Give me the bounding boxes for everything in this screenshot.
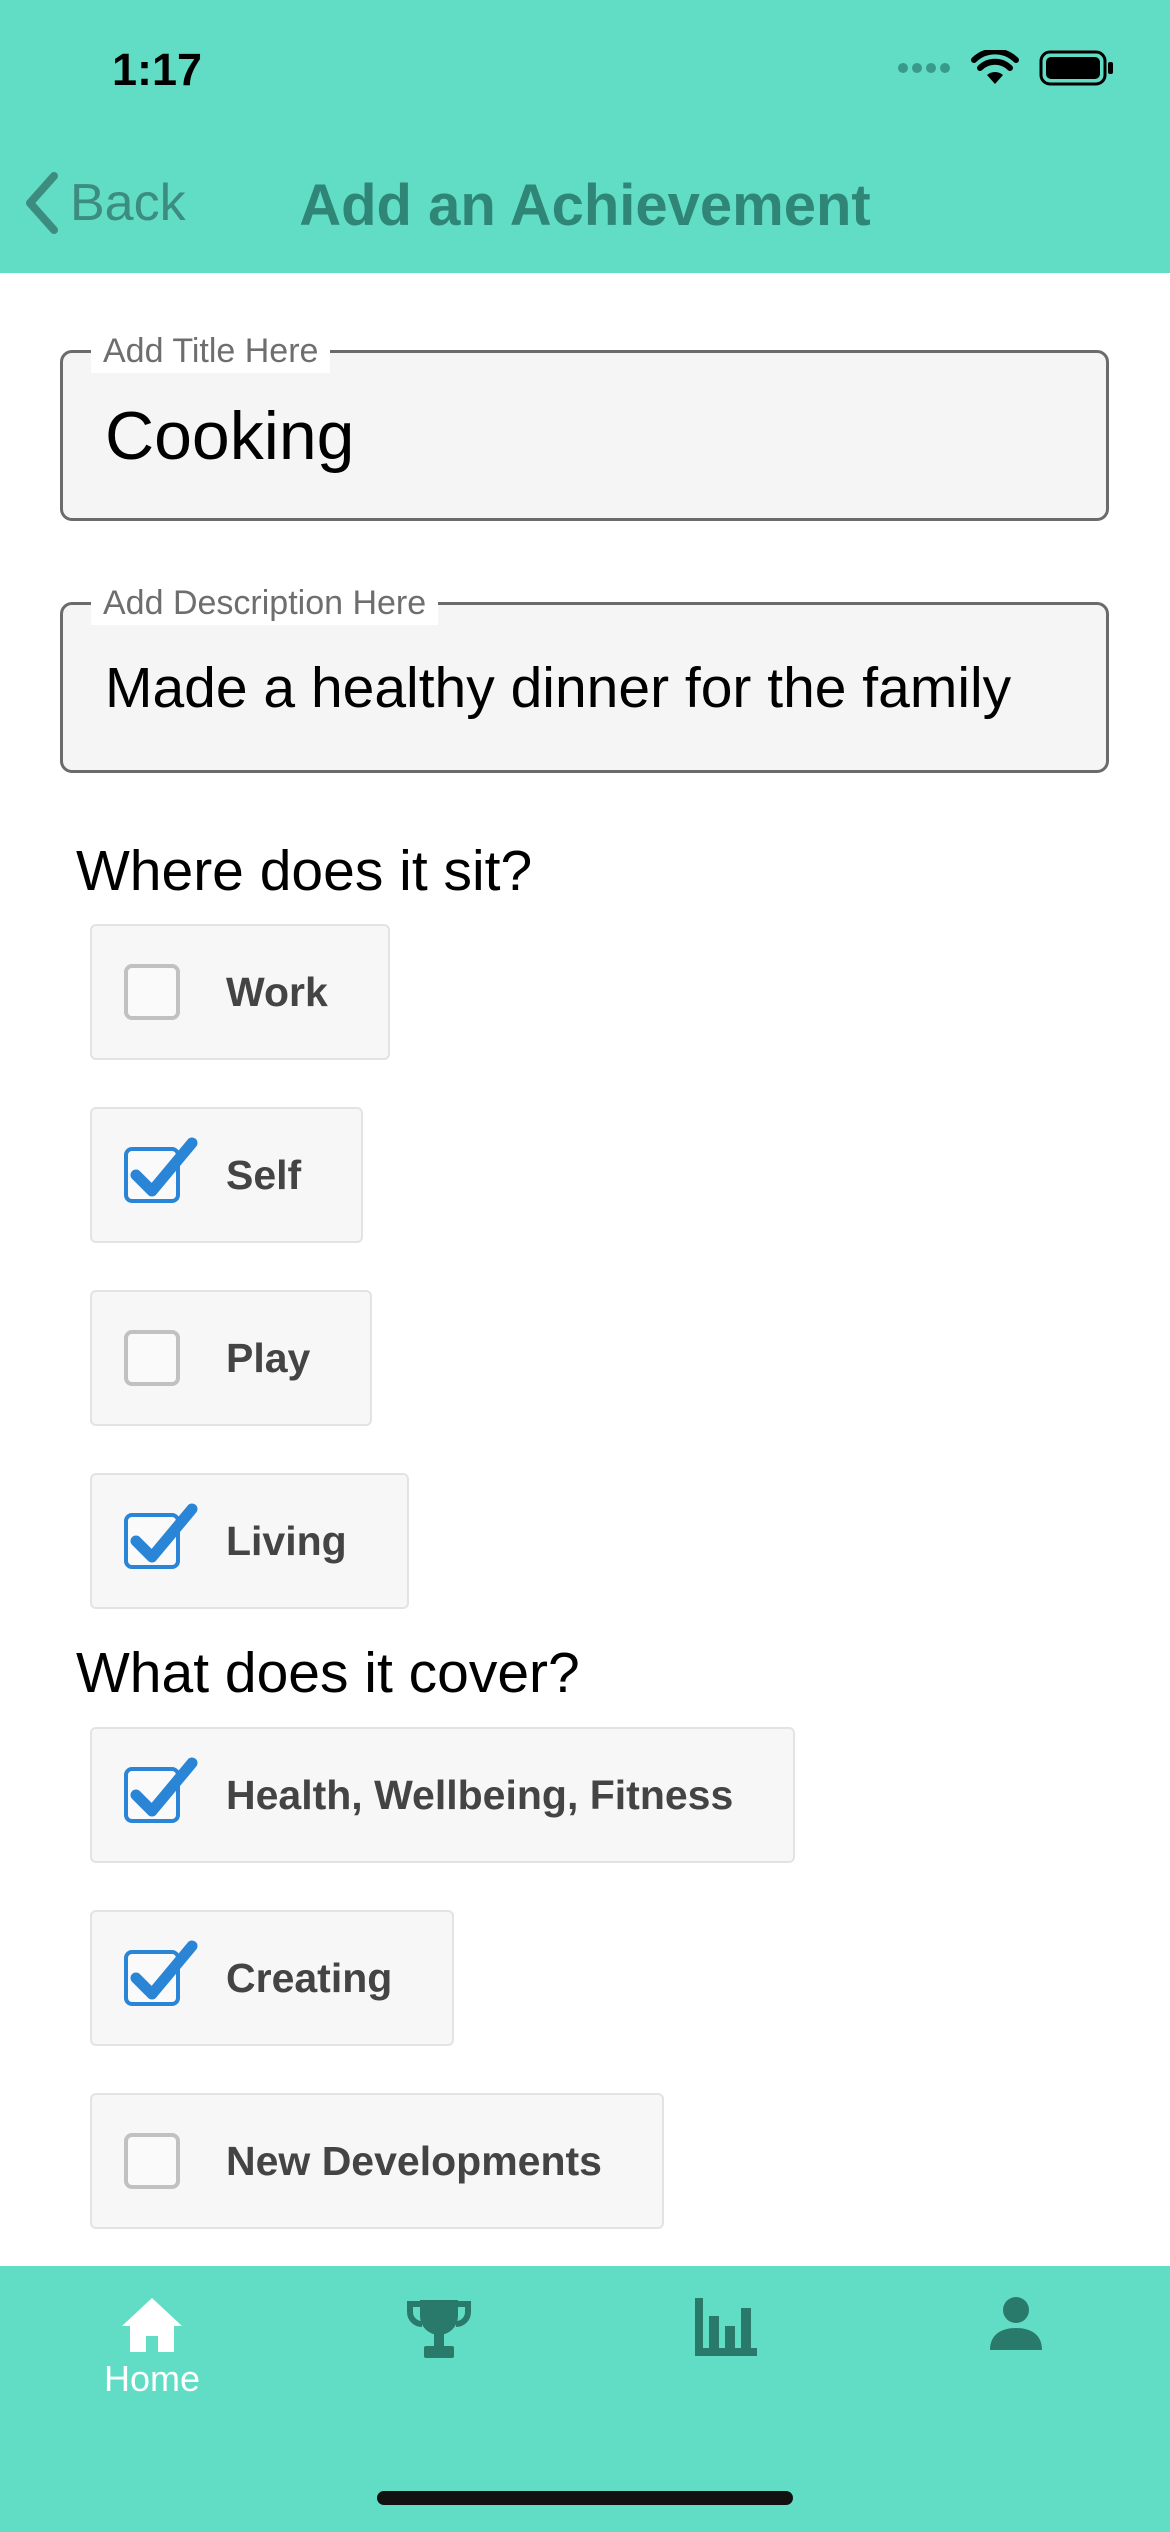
- checkbox-label: Work: [226, 968, 328, 1015]
- tab-stats[interactable]: [636, 2296, 816, 2358]
- where-section-heading: Where does it sit?: [76, 839, 533, 903]
- checkbox-label: Living: [226, 1517, 347, 1564]
- person-icon: [990, 2297, 1042, 2350]
- cover-section-heading: What does it cover?: [76, 1641, 580, 1705]
- checkbox-creating[interactable]: Creating: [90, 1910, 455, 2046]
- checkbox-new-developments[interactable]: New Developments: [90, 2093, 664, 2229]
- checkbox-label: New Developments: [226, 2137, 602, 2184]
- bar-chart-icon: [695, 2298, 757, 2356]
- battery-icon: [1039, 50, 1113, 86]
- title-field-value[interactable]: Cooking: [105, 353, 1076, 518]
- trophy-icon: [407, 2300, 471, 2358]
- description-field[interactable]: Add Description Here Made a healthy dinn…: [60, 581, 1109, 773]
- checkbox-label: Health, Wellbeing, Fitness: [226, 1771, 734, 1818]
- tab-profile[interactable]: [926, 2296, 1106, 2352]
- header: 1:17 Back Add an Achievement: [0, 0, 1170, 273]
- checkbox-label: Creating: [226, 1954, 393, 2001]
- checkbox-self[interactable]: Self: [90, 1107, 364, 1243]
- checkbox-play[interactable]: Play: [90, 1290, 373, 1426]
- checkbox-living[interactable]: Living: [90, 1473, 409, 1609]
- checkbox-unchecked-icon[interactable]: [124, 2133, 180, 2189]
- checkbox-label: Self: [226, 1151, 302, 1198]
- home-indicator: [377, 2491, 793, 2505]
- checkbox-label: Play: [226, 1334, 311, 1381]
- tab-home-label: Home: [103, 2358, 201, 2399]
- description-field-value[interactable]: Made a healthy dinner for the family: [105, 605, 1076, 770]
- title-field[interactable]: Add Title Here Cooking: [60, 329, 1109, 521]
- checkbox-unchecked-icon[interactable]: [124, 1330, 180, 1386]
- tab-home[interactable]: Home: [62, 2296, 242, 2400]
- checkbox-checked-icon[interactable]: [124, 1940, 198, 2006]
- checkbox-health-wellbeing-fitness[interactable]: Health, Wellbeing, Fitness: [90, 1727, 796, 1863]
- checkbox-unchecked-icon[interactable]: [124, 964, 180, 1020]
- checkbox-work[interactable]: Work: [90, 924, 390, 1060]
- home-icon: [122, 2298, 182, 2352]
- status-indicators: [897, 50, 1115, 86]
- signal-icon: [898, 63, 950, 73]
- status-time: 1:17: [112, 44, 203, 95]
- wifi-icon: [971, 50, 1019, 84]
- checkbox-checked-icon[interactable]: [124, 1137, 198, 1203]
- tab-achievements[interactable]: [349, 2296, 529, 2360]
- checkbox-checked-icon[interactable]: [124, 1503, 198, 1569]
- checkbox-checked-icon[interactable]: [124, 1757, 198, 1823]
- page-title: Add an Achievement: [299, 173, 871, 238]
